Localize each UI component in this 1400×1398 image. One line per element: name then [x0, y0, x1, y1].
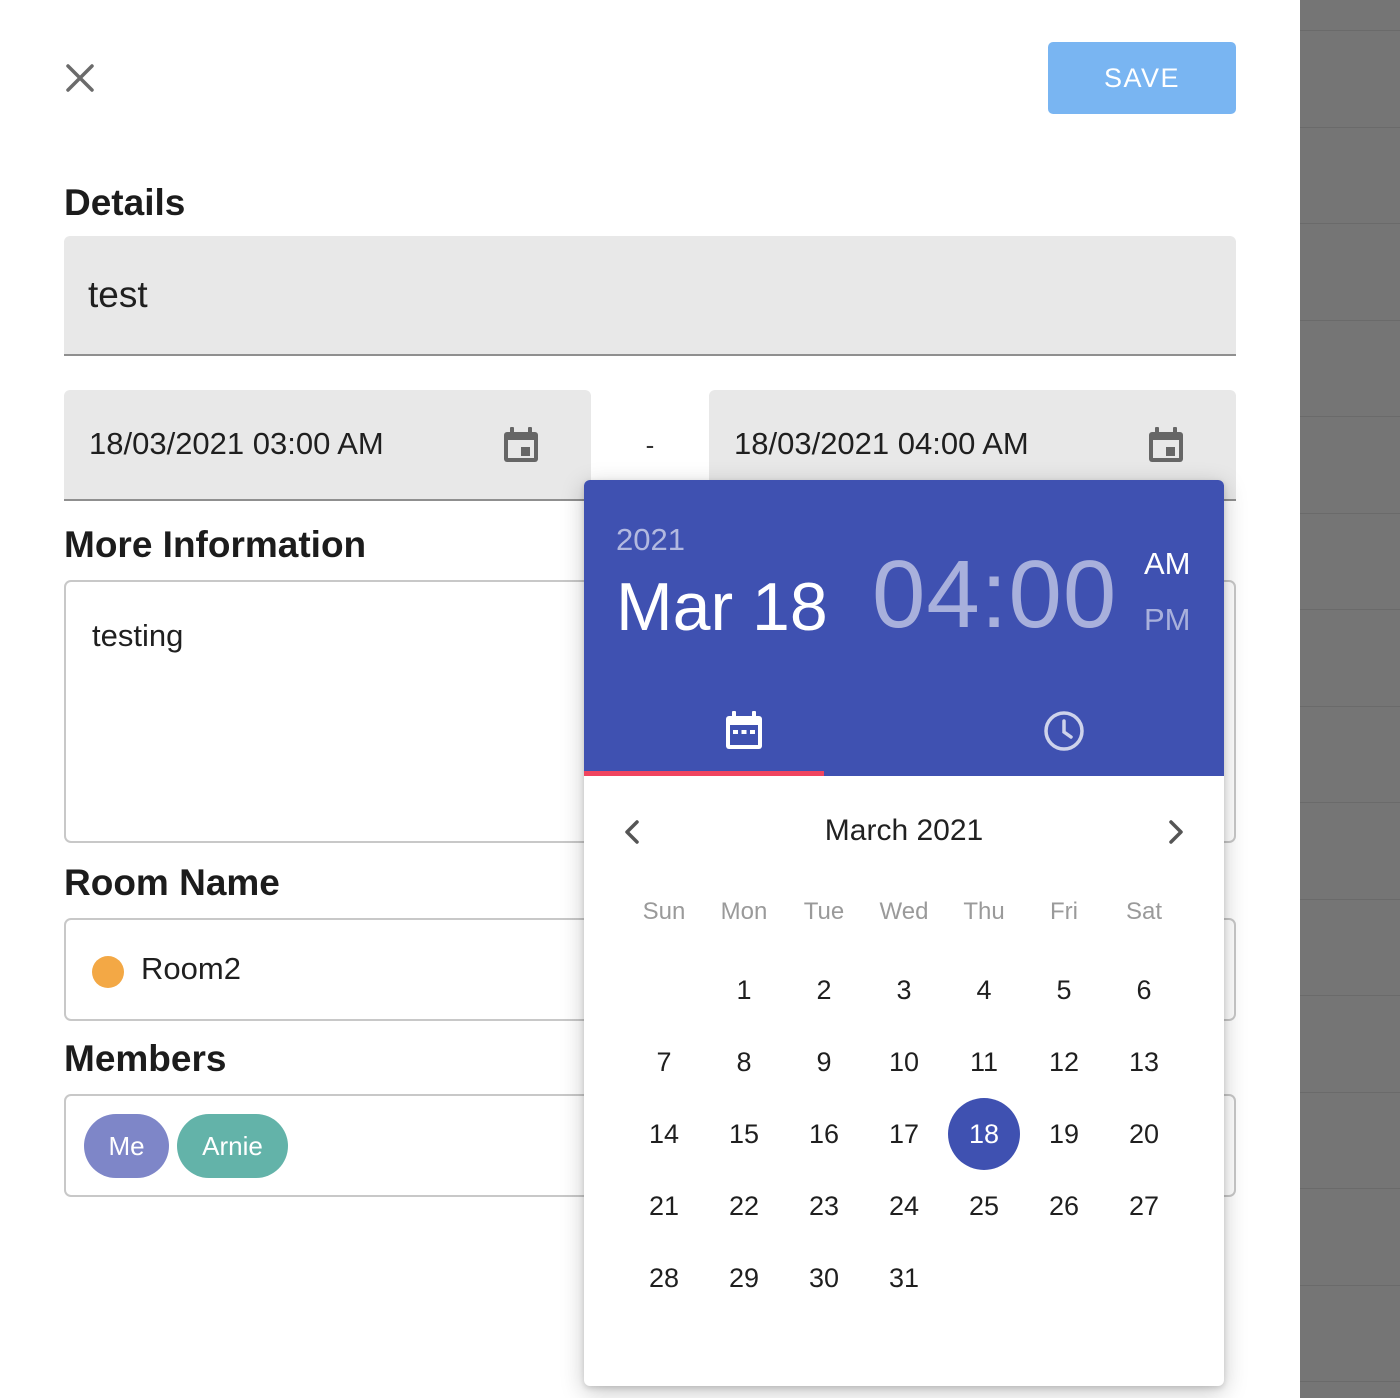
- calendar-day-selected[interactable]: 18: [948, 1098, 1020, 1170]
- end-datetime-value: 18/03/2021 04:00 AM: [734, 426, 1029, 461]
- weekday-tue: Tue: [803, 898, 845, 925]
- members-heading: Members: [64, 1038, 227, 1079]
- date-separator: -: [645, 430, 655, 460]
- calendar-day[interactable]: 28: [628, 1242, 700, 1314]
- picker-header: 2021 Mar 18 04:00 AM PM: [584, 480, 1224, 776]
- start-datetime-value: 18/03/2021 03:00 AM: [89, 426, 384, 461]
- page-backdrop: [1300, 0, 1400, 1398]
- calendar-day[interactable]: 16: [788, 1098, 860, 1170]
- backdrop-line: [1300, 1284, 1400, 1286]
- calendar-day[interactable]: 3: [868, 954, 940, 1026]
- calendar-day[interactable]: 29: [708, 1242, 780, 1314]
- calendar-day[interactable]: 17: [868, 1098, 940, 1170]
- calendar-day[interactable]: 10: [868, 1026, 940, 1098]
- weekday-sat: Sat: [1125, 898, 1163, 925]
- calendar-day[interactable]: 7: [628, 1026, 700, 1098]
- backdrop-line: [1300, 898, 1400, 900]
- tab-indicator: [584, 771, 824, 776]
- room-color-dot: [92, 956, 124, 988]
- calendar-day[interactable]: 8: [708, 1026, 780, 1098]
- calendar-icon: [726, 711, 762, 749]
- calendar-day[interactable]: 14: [628, 1098, 700, 1170]
- member-chip-arnie[interactable]: Arnie: [177, 1114, 288, 1178]
- datetime-picker-popup: 2021 Mar 18 04:00 AM PM March 2021 Sun M…: [584, 480, 1224, 1386]
- calendar-day[interactable]: 5: [1028, 954, 1100, 1026]
- calendar-day[interactable]: 13: [1108, 1026, 1180, 1098]
- calendar-day[interactable]: 21: [628, 1170, 700, 1242]
- calendar-day[interactable]: 27: [1108, 1170, 1180, 1242]
- month-label: March 2021: [824, 814, 984, 847]
- picker-time[interactable]: 04:00: [872, 540, 1117, 650]
- weekday-sun: Sun: [642, 898, 686, 925]
- member-chip-me[interactable]: Me: [84, 1114, 169, 1178]
- next-month-button[interactable]: [1152, 808, 1200, 856]
- calendar-day[interactable]: 4: [948, 954, 1020, 1026]
- backdrop-line: [1300, 126, 1400, 128]
- calendar-day[interactable]: 12: [1028, 1026, 1100, 1098]
- calendar-icon[interactable]: [1146, 425, 1186, 465]
- backdrop-line: [1300, 995, 1400, 996]
- calendar-day[interactable]: 15: [708, 1098, 780, 1170]
- pm-toggle[interactable]: PM: [1144, 602, 1191, 638]
- close-icon: [66, 64, 94, 92]
- backdrop-line: [1300, 319, 1400, 321]
- backdrop-line: [1300, 1091, 1400, 1093]
- picker-year[interactable]: 2021: [616, 522, 685, 558]
- backdrop-line: [1300, 1381, 1400, 1382]
- backdrop-line: [1300, 416, 1400, 417]
- weekday-thu: Thu: [963, 898, 1005, 925]
- calendar-day[interactable]: 19: [1028, 1098, 1100, 1170]
- backdrop-line: [1300, 609, 1400, 610]
- backdrop-line: [1300, 802, 1400, 803]
- am-toggle[interactable]: AM: [1144, 546, 1191, 582]
- calendar-day[interactable]: 1: [708, 954, 780, 1026]
- weekday-mon: Mon: [720, 898, 768, 925]
- calendar-day[interactable]: 26: [1028, 1170, 1100, 1242]
- tab-time[interactable]: [904, 686, 1224, 776]
- backdrop-line: [1300, 30, 1400, 31]
- backdrop-line: [1300, 223, 1400, 224]
- calendar-day[interactable]: 24: [868, 1170, 940, 1242]
- calendar-day[interactable]: 22: [708, 1170, 780, 1242]
- more-information-heading: More Information: [64, 524, 367, 565]
- event-dialog: SAVE Details test 18/03/2021 03:00 AM - …: [0, 0, 1400, 1398]
- room-name-heading: Room Name: [64, 862, 280, 903]
- calendar-day[interactable]: 25: [948, 1170, 1020, 1242]
- calendar-day[interactable]: 2: [788, 954, 860, 1026]
- close-button[interactable]: [56, 54, 104, 102]
- weekday-wed: Wed: [879, 898, 929, 925]
- chevron-right-icon: [1169, 820, 1183, 844]
- details-value: test: [88, 274, 148, 315]
- more-information-value: testing: [92, 618, 184, 653]
- calendar-day[interactable]: 31: [868, 1242, 940, 1314]
- picker-date[interactable]: Mar 18: [616, 568, 828, 646]
- calendar-day[interactable]: 6: [1108, 954, 1180, 1026]
- calendar-icon[interactable]: [501, 425, 541, 465]
- calendar-day[interactable]: 20: [1108, 1098, 1180, 1170]
- calendar-day[interactable]: 11: [948, 1026, 1020, 1098]
- weekday-fri: Fri: [1050, 898, 1078, 925]
- calendar-day[interactable]: 30: [788, 1242, 860, 1314]
- calendar-day[interactable]: 23: [788, 1170, 860, 1242]
- save-button[interactable]: SAVE: [1048, 42, 1236, 114]
- details-heading: Details: [64, 182, 186, 223]
- backdrop-line: [1300, 1188, 1400, 1189]
- calendar-day[interactable]: 9: [788, 1026, 860, 1098]
- clock-icon: [1044, 711, 1084, 751]
- start-datetime-field[interactable]: 18/03/2021 03:00 AM: [64, 390, 591, 501]
- details-input[interactable]: test: [64, 236, 1236, 356]
- backdrop-line: [1300, 512, 1400, 514]
- tab-date[interactable]: [584, 686, 904, 776]
- room-value: Room2: [141, 951, 241, 986]
- backdrop-line: [1300, 705, 1400, 707]
